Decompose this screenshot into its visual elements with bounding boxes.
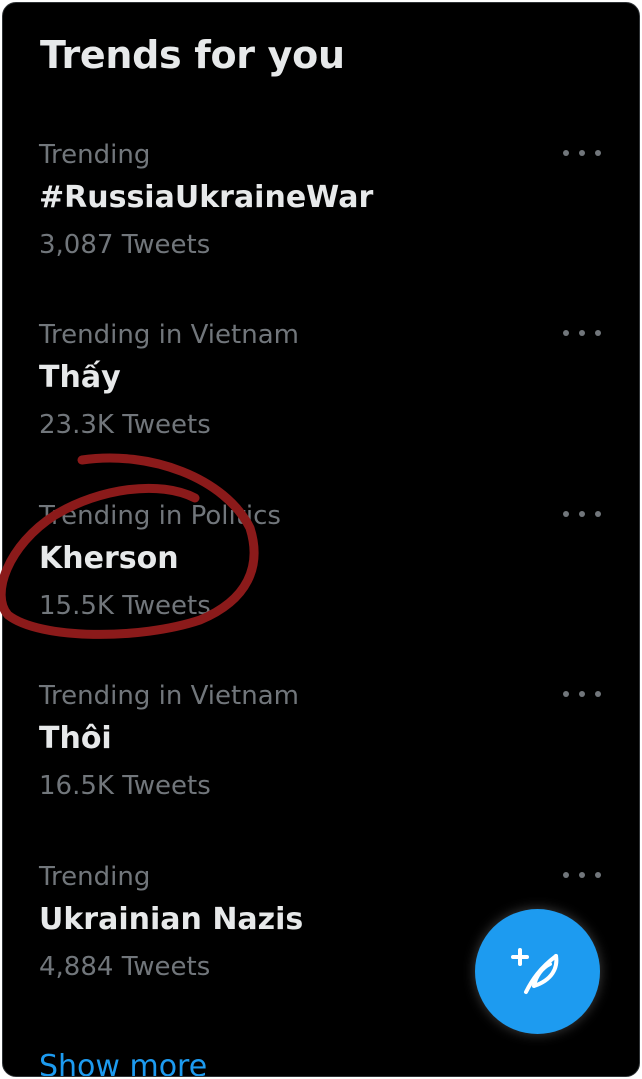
more-dots-icon[interactable] <box>563 322 601 344</box>
trend-name: Thôi <box>39 721 112 756</box>
trend-item[interactable]: Trending in Vietnam Thôi 16.5K Tweets <box>3 681 639 861</box>
trend-count: 15.5K Tweets <box>39 591 211 621</box>
trend-count: 3,087 Tweets <box>39 230 211 260</box>
compose-tweet-button[interactable] <box>475 909 600 1034</box>
trend-item[interactable]: Trending in Vietnam Thấy 23.3K Tweets <box>3 320 639 500</box>
trend-count: 23.3K Tweets <box>39 410 211 440</box>
more-dots-icon[interactable] <box>563 142 601 164</box>
trend-context: Trending in Politics <box>39 501 281 531</box>
trends-title: Trends for you <box>40 33 345 77</box>
trend-context: Trending in Vietnam <box>39 320 299 350</box>
more-dots-icon[interactable] <box>563 864 601 886</box>
trend-count: 16.5K Tweets <box>39 771 211 801</box>
show-more-link[interactable]: Show more <box>39 1049 207 1076</box>
trend-count: 4,884 Tweets <box>39 952 211 982</box>
trend-name: Ukrainian Nazis <box>39 902 304 937</box>
trend-name: Kherson <box>39 541 179 576</box>
trend-context: Trending <box>39 862 151 892</box>
compose-tweet-icon <box>510 947 558 994</box>
trend-context: Trending in Vietnam <box>39 681 299 711</box>
more-dots-icon[interactable] <box>563 503 601 525</box>
trend-item[interactable]: Trending #RussiaUkraineWar 3,087 Tweets <box>3 140 639 320</box>
trend-item[interactable]: Trending in Politics Kherson 15.5K Tweet… <box>3 501 639 681</box>
more-dots-icon[interactable] <box>563 683 601 705</box>
trends-panel: Trends for you Trending #RussiaUkraineWa… <box>2 2 640 1077</box>
trend-context: Trending <box>39 140 151 170</box>
trend-name: Thấy <box>39 360 121 395</box>
trend-name: #RussiaUkraineWar <box>39 180 374 215</box>
